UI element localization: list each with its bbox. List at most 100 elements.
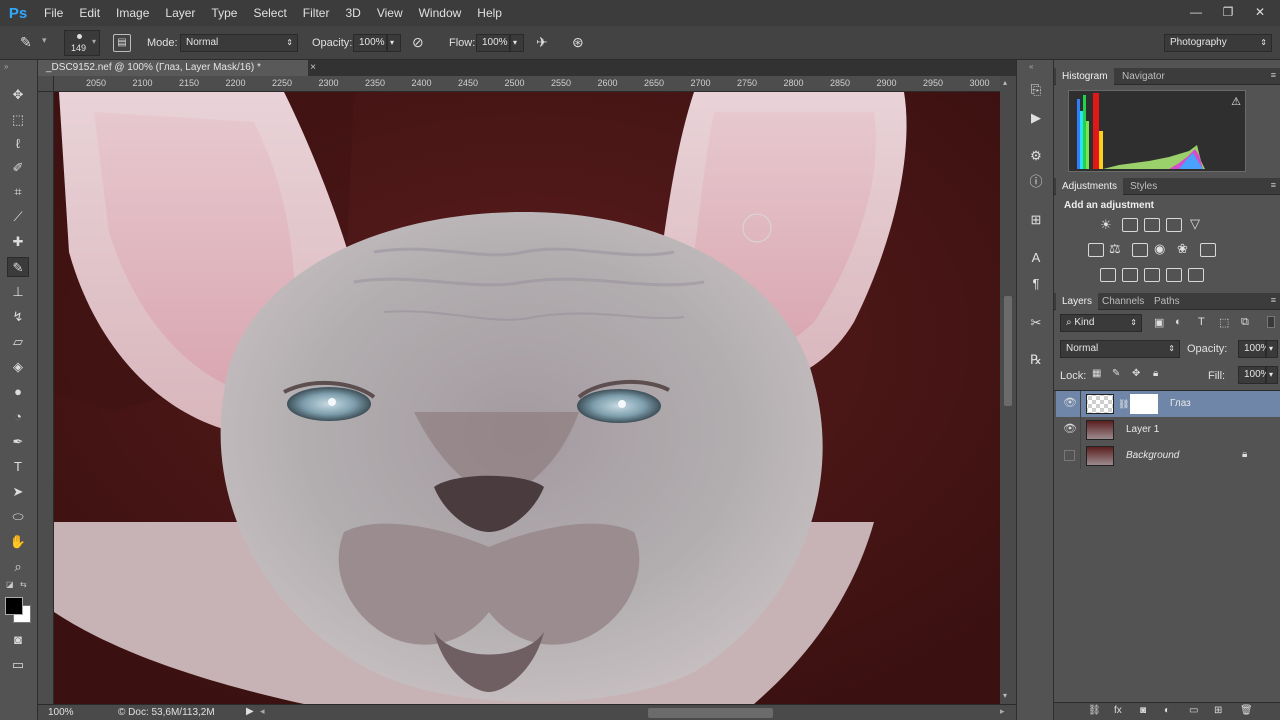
fill-chevron-icon[interactable]: ▾ xyxy=(1266,366,1278,384)
layer-name[interactable]: Background xyxy=(1126,443,1179,469)
layer-thumbnail[interactable] xyxy=(1086,394,1114,414)
quick-mask-icon[interactable]: ◙ xyxy=(7,630,29,650)
mode-select[interactable]: Normal ⇕ xyxy=(180,34,298,52)
collapse-icon[interactable]: » xyxy=(4,62,8,71)
menu-file[interactable]: File xyxy=(36,0,71,26)
gradient-map-icon[interactable] xyxy=(1188,268,1204,282)
eraser-tool-icon[interactable]: ▱ xyxy=(7,332,29,352)
menu-3d[interactable]: 3D xyxy=(337,0,368,26)
history-panel-icon[interactable]: ⎘ xyxy=(1025,80,1047,100)
character-panel-icon[interactable]: A xyxy=(1025,248,1047,268)
tool-preset-chevron-icon[interactable]: ▾ xyxy=(42,35,47,46)
swap-colors-icon[interactable]: ⇆ xyxy=(20,580,27,589)
zoom-level[interactable]: 100% xyxy=(48,707,74,718)
layer-name[interactable]: Layer 1 xyxy=(1126,417,1159,443)
layer-row[interactable]: 👁︎ Layer 1 xyxy=(1056,417,1280,443)
brush-tool-icon[interactable]: ✎ xyxy=(7,257,29,277)
layer-opacity-input[interactable]: 100% xyxy=(1238,340,1270,358)
blur-tool-icon[interactable]: ● xyxy=(7,382,29,402)
screen-mode-icon[interactable]: ▭ xyxy=(7,655,29,675)
menu-filter[interactable]: Filter xyxy=(295,0,338,26)
filter-adjustment-icon[interactable]: ◐ xyxy=(1175,316,1182,328)
panel-menu-icon[interactable]: ≡ xyxy=(1271,180,1276,190)
scroll-right-icon[interactable]: ▸ xyxy=(1000,706,1005,717)
brightness-contrast-icon[interactable]: ☀ xyxy=(1100,217,1112,233)
default-colors-icon[interactable]: ◪ xyxy=(6,580,14,589)
filter-smart-object-icon[interactable]: ⧉ xyxy=(1241,316,1249,329)
vertical-ruler[interactable] xyxy=(38,92,54,704)
panel-menu-icon[interactable]: ≡ xyxy=(1271,70,1276,80)
fill-input[interactable]: 100% xyxy=(1238,366,1270,384)
layer-row-selected[interactable]: 👁︎ ⛓ Глаз xyxy=(1056,391,1280,417)
opacity-chevron-icon[interactable]: ▾ xyxy=(387,34,401,52)
horizontal-ruler[interactable]: 2050 2100 2150 2200 2250 2300 2350 2400 2450 2500… xyxy=(54,76,1000,92)
visibility-toggle-off[interactable] xyxy=(1064,450,1075,461)
menu-window[interactable]: Window xyxy=(411,0,470,26)
tool-presets-panel-icon[interactable]: ✂ xyxy=(1025,313,1047,333)
layer-thumbnail[interactable] xyxy=(1086,446,1114,466)
invert-icon[interactable] xyxy=(1100,268,1116,282)
close-icon[interactable]: ✕ xyxy=(1246,2,1274,22)
scroll-up-icon[interactable]: ▴ xyxy=(1003,78,1007,87)
menu-view[interactable]: View xyxy=(369,0,411,26)
quick-selection-tool-icon[interactable]: ✐ xyxy=(7,158,29,178)
layer-row[interactable]: Background 🔒︎ xyxy=(1056,443,1280,469)
filter-shape-icon[interactable]: ⬚ xyxy=(1219,316,1229,329)
tab-adjustments[interactable]: Adjustments xyxy=(1056,178,1124,195)
lock-all-icon[interactable]: 🔒︎ xyxy=(1153,368,1158,379)
pressure-opacity-icon[interactable]: ⊘ xyxy=(412,34,432,52)
pen-tool-icon[interactable]: ✒ xyxy=(7,432,29,452)
lock-image-icon[interactable]: ✎ xyxy=(1112,368,1120,379)
layer-thumbnail[interactable] xyxy=(1086,420,1114,440)
clone-stamp-tool-icon[interactable]: ⊥ xyxy=(7,282,29,302)
menu-image[interactable]: Image xyxy=(108,0,157,26)
history-brush-tool-icon[interactable]: ↯ xyxy=(7,307,29,327)
hand-tool-icon[interactable]: ✋ xyxy=(7,532,29,552)
airbrush-icon[interactable]: ✈ xyxy=(536,34,556,52)
scroll-left-icon[interactable]: ◂ xyxy=(260,706,265,717)
layer-style-icon[interactable]: fx xyxy=(1114,705,1122,716)
visibility-eye-icon[interactable]: 👁︎ xyxy=(1062,422,1078,438)
restore-icon[interactable]: ❐ xyxy=(1214,2,1242,22)
filter-pixel-icon[interactable]: ▣ xyxy=(1154,316,1164,329)
filter-toggle[interactable] xyxy=(1267,316,1275,328)
exposure-icon[interactable] xyxy=(1166,218,1182,232)
threshold-icon[interactable] xyxy=(1144,268,1160,282)
clone-source-panel-icon[interactable]: ⊞ xyxy=(1025,210,1047,230)
curves-icon[interactable] xyxy=(1144,218,1160,232)
menu-select[interactable]: Select xyxy=(245,0,294,26)
menu-type[interactable]: Type xyxy=(203,0,245,26)
info-panel-icon[interactable]: ⓘ xyxy=(1025,172,1047,192)
visibility-eye-icon[interactable]: 👁︎ xyxy=(1062,396,1078,412)
menu-help[interactable]: Help xyxy=(469,0,510,26)
filter-type-icon[interactable]: T xyxy=(1198,316,1205,328)
flow-input[interactable]: 100% xyxy=(476,34,510,52)
minimize-icon[interactable]: — xyxy=(1182,2,1210,22)
channel-mixer-icon[interactable]: ❀ xyxy=(1177,241,1188,257)
tab-navigator[interactable]: Navigator xyxy=(1116,68,1171,85)
brush-tool-icon[interactable]: ✎ xyxy=(20,34,40,52)
lasso-tool-icon[interactable]: ℓ xyxy=(7,134,29,154)
dodge-tool-icon[interactable]: ◔ xyxy=(7,407,29,427)
brush-preset-picker[interactable]: 149 ▾ xyxy=(64,30,100,56)
horizontal-scrollbar-thumb[interactable] xyxy=(648,708,773,718)
foreground-color-swatch[interactable] xyxy=(5,597,23,615)
warning-icon[interactable]: ⚠ xyxy=(1231,95,1241,108)
document-canvas[interactable] xyxy=(54,92,1000,704)
photo-filter-icon[interactable]: ◉ xyxy=(1154,241,1165,257)
tab-paths[interactable]: Paths xyxy=(1148,293,1186,310)
black-white-icon[interactable] xyxy=(1132,243,1148,257)
link-icon[interactable]: ⛓ xyxy=(1118,399,1129,410)
pressure-size-icon[interactable]: ⊛ xyxy=(572,34,592,52)
path-selection-tool-icon[interactable]: ➤ xyxy=(7,482,29,502)
brush-panel-toggle-icon[interactable]: ▤ xyxy=(113,34,131,52)
zoom-tool-icon[interactable]: ⌕ xyxy=(7,557,29,577)
layer-mask-thumbnail[interactable] xyxy=(1130,394,1158,414)
levels-icon[interactable] xyxy=(1122,218,1138,232)
document-tab[interactable]: _DSC9152.nef @ 100% (Глаз, Layer Mask/16… xyxy=(38,60,316,76)
ruler-origin[interactable] xyxy=(38,76,54,92)
marquee-tool-icon[interactable]: ⬚ xyxy=(7,110,29,130)
tab-channels[interactable]: Channels xyxy=(1096,293,1150,310)
status-menu-icon[interactable]: ▶ xyxy=(246,706,254,717)
new-group-icon[interactable]: ▭ xyxy=(1189,705,1198,716)
